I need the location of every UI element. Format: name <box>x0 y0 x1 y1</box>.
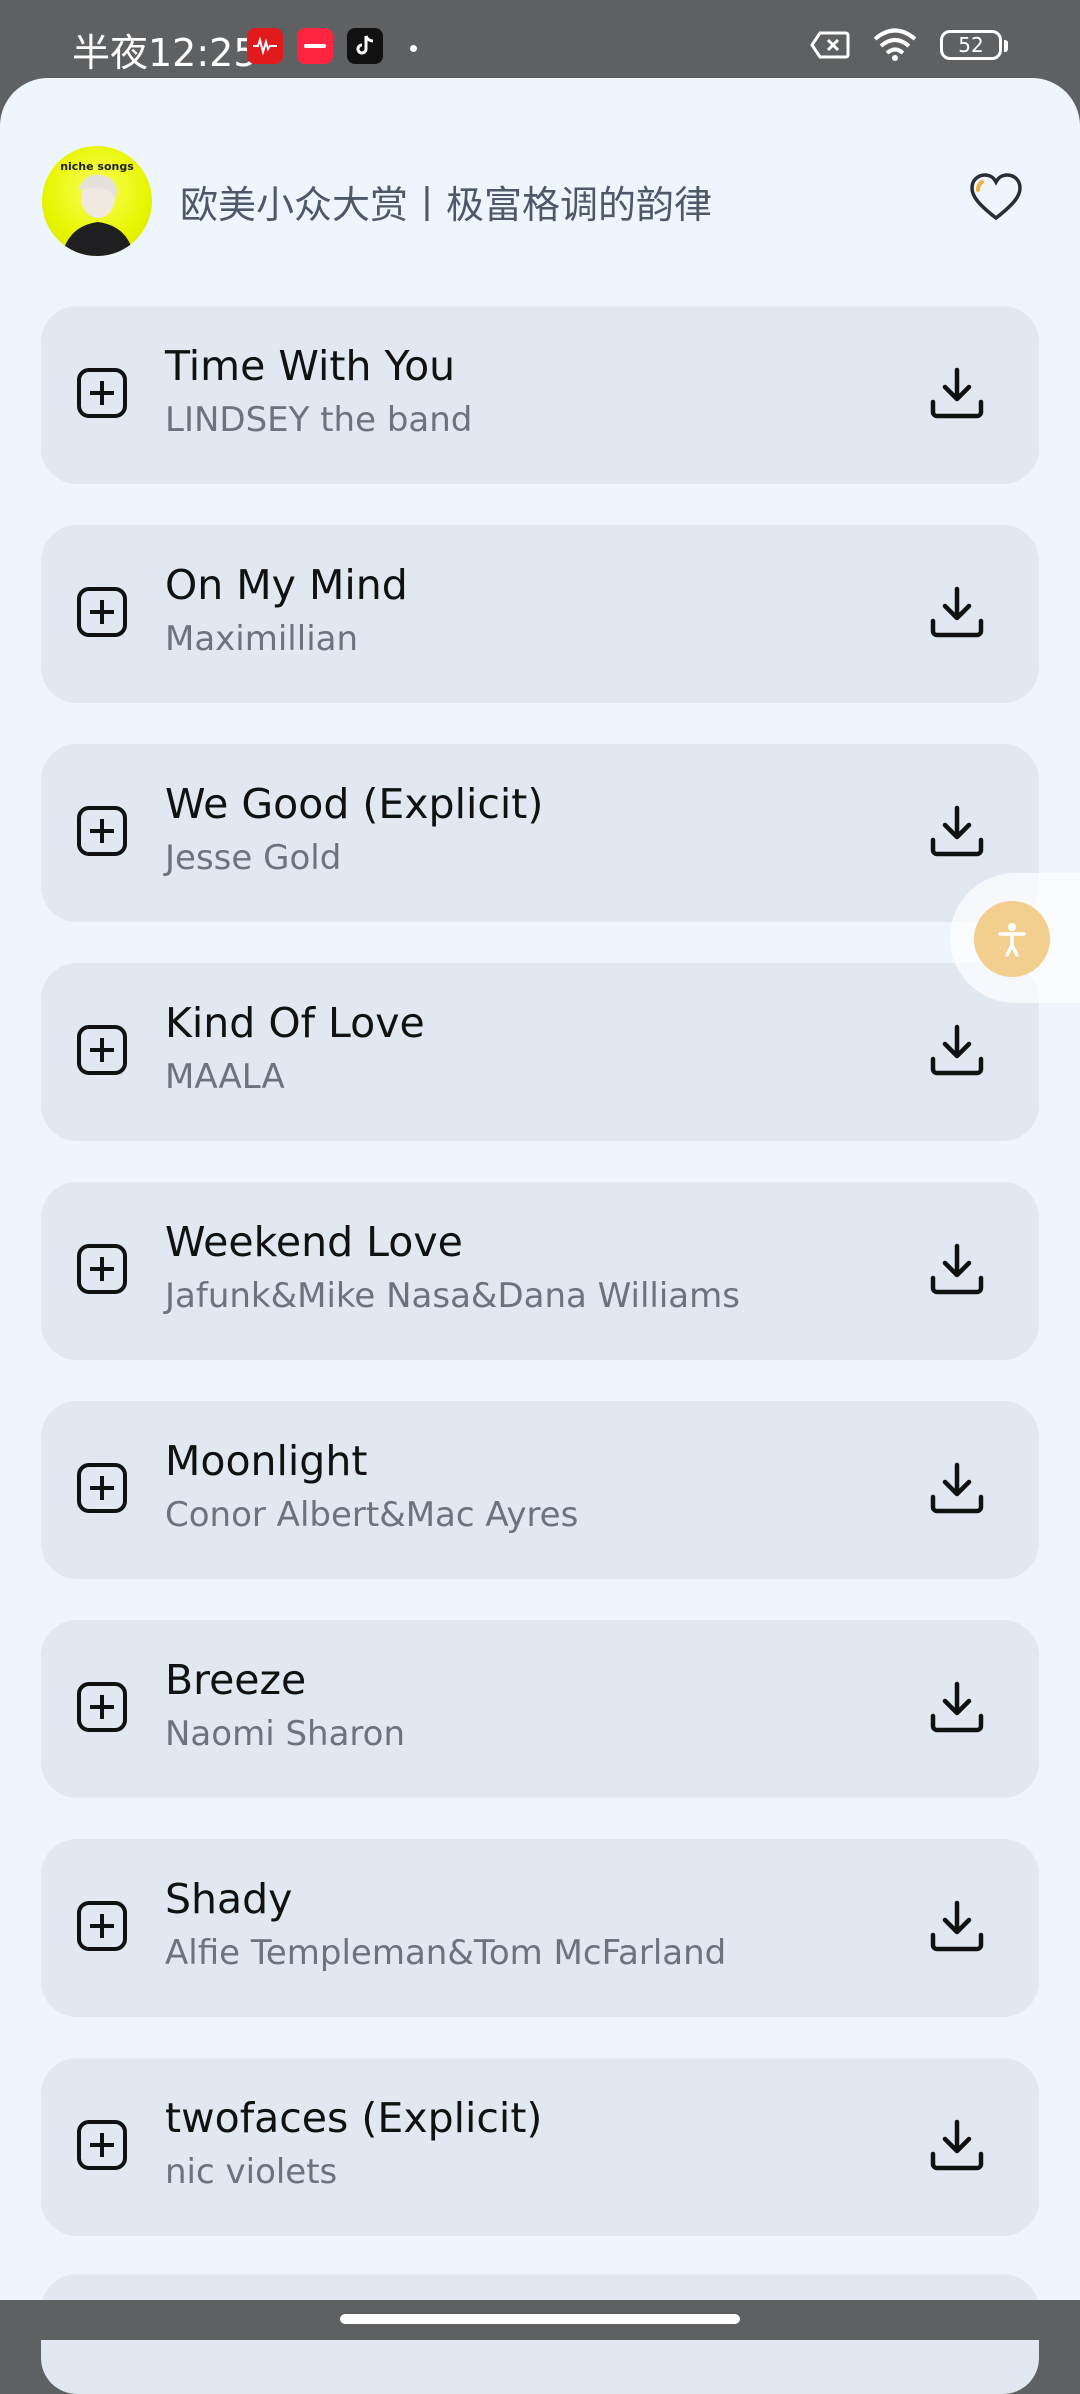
accessibility-button[interactable] <box>974 901 1050 977</box>
home-indicator[interactable] <box>340 2314 740 2324</box>
song-row[interactable]: Kind Of Love MAALA <box>41 963 1039 1141</box>
sim-off-icon <box>810 31 850 59</box>
song-artist: Alfie Templeman&Tom McFarland <box>165 1933 727 1973</box>
accessibility-float-panel <box>950 873 1080 1003</box>
notification-dot <box>410 45 417 52</box>
song-title: Weekend Love <box>165 1218 463 1266</box>
song-artist: Conor Albert&Mac Ayres <box>165 1495 579 1535</box>
song-artist: nic violets <box>165 2152 338 2192</box>
wifi-icon <box>873 28 917 61</box>
add-to-playlist-icon[interactable] <box>75 1680 131 1736</box>
add-to-playlist-icon[interactable] <box>75 1242 131 1298</box>
add-to-playlist-icon[interactable] <box>75 804 131 860</box>
status-bar: 半夜12:25 52 <box>0 0 1080 80</box>
song-title: Kind Of Love <box>165 999 425 1047</box>
playlist-header: niche songs 欧美小众大赏丨极富格调的韵律 <box>42 146 1042 256</box>
add-to-playlist-icon[interactable] <box>75 2118 131 2174</box>
song-row[interactable]: Breeze Naomi Sharon <box>41 1620 1039 1798</box>
song-row[interactable]: Shady Alfie Templeman&Tom McFarland <box>41 1839 1039 2017</box>
song-artist: Jesse Gold <box>165 838 342 878</box>
song-artist: Naomi Sharon <box>165 1714 405 1754</box>
download-icon[interactable] <box>927 2116 987 2176</box>
netease-music-icon <box>247 28 283 64</box>
song-artist: Jafunk&Mike Nasa&Dana Williams <box>165 1276 740 1316</box>
download-icon[interactable] <box>927 1678 987 1738</box>
download-icon[interactable] <box>927 364 987 424</box>
song-row[interactable]: We Good (Explicit) Jesse Gold <box>41 744 1039 922</box>
song-title: Breeze <box>165 1656 307 1704</box>
download-icon[interactable] <box>927 583 987 643</box>
playlist-title: 欧美小众大赏丨极富格调的韵律 <box>180 183 713 227</box>
system-nav-bar <box>0 2300 1080 2340</box>
playlist-cover[interactable]: niche songs <box>42 146 152 256</box>
add-to-playlist-icon[interactable] <box>75 1899 131 1955</box>
song-row[interactable]: Weekend Love Jafunk&Mike Nasa&Dana Willi… <box>41 1182 1039 1360</box>
favorite-heart-icon[interactable] <box>966 168 1026 228</box>
song-artist: Maximillian <box>165 619 359 659</box>
add-to-playlist-icon[interactable] <box>75 1023 131 1079</box>
song-title: Shady <box>165 1875 293 1923</box>
song-title: Time With You <box>165 342 456 390</box>
playlist-sheet: niche songs 欧美小众大赏丨极富格调的韵律 Time With You… <box>0 78 1080 2300</box>
song-list: Time With You LINDSEY the band On My Min… <box>41 306 1039 2277</box>
battery-indicator: 52 <box>940 30 1008 60</box>
download-icon[interactable] <box>927 802 987 862</box>
download-icon[interactable] <box>927 1459 987 1519</box>
song-title: On My Mind <box>165 561 408 609</box>
song-artist: LINDSEY the band <box>165 400 473 440</box>
tiktok-icon <box>347 28 383 64</box>
song-artist: MAALA <box>165 1057 285 1097</box>
song-row[interactable]: Time With You LINDSEY the band <box>41 306 1039 484</box>
song-title: twofaces (Explicit) <box>165 2094 543 2142</box>
song-title: Moonlight <box>165 1437 368 1485</box>
download-icon[interactable] <box>927 1021 987 1081</box>
add-to-playlist-icon[interactable] <box>75 585 131 641</box>
song-row[interactable]: twofaces (Explicit) nic violets <box>41 2058 1039 2236</box>
song-row[interactable]: Moonlight Conor Albert&Mac Ayres <box>41 1401 1039 1579</box>
accessibility-icon <box>998 923 1026 957</box>
xiaohongshu-icon <box>297 28 333 64</box>
status-time: 半夜12:25 <box>72 31 258 75</box>
add-to-playlist-icon[interactable] <box>75 366 131 422</box>
song-row[interactable]: On My Mind Maximillian <box>41 525 1039 703</box>
download-icon[interactable] <box>927 1240 987 1300</box>
add-to-playlist-icon[interactable] <box>75 1461 131 1517</box>
song-title: We Good (Explicit) <box>165 780 544 828</box>
download-icon[interactable] <box>927 1897 987 1957</box>
